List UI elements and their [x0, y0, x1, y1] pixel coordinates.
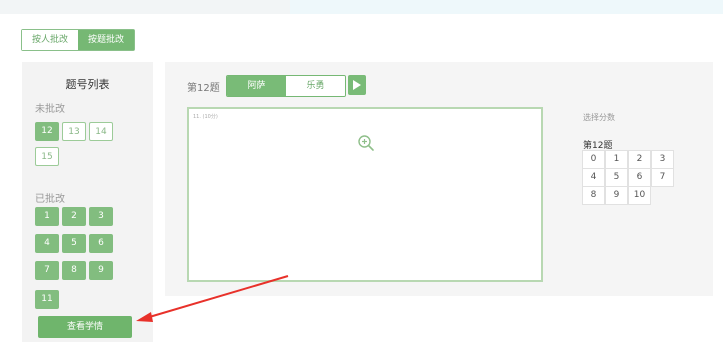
question-button-11[interactable]: 11: [35, 290, 59, 309]
score-option-7[interactable]: 7: [651, 168, 674, 187]
zoom-in-icon[interactable]: [357, 134, 375, 152]
question-button-3[interactable]: 3: [89, 207, 113, 226]
mode-tab-by-student[interactable]: 按人批改: [22, 30, 79, 50]
grading-panel: 第12题 阿萨 乐勇 11. (10分) 选择分数 第12题 0 1 2 3 4…: [165, 62, 713, 296]
grader-tab-1[interactable]: 阿萨: [227, 76, 286, 96]
play-triangle-icon: [353, 80, 361, 90]
grading-mode-switch: 按人批改 按题批改: [21, 29, 136, 51]
score-option-9[interactable]: 9: [605, 186, 628, 205]
score-grid: 0 1 2 3 4 5 6 7 8 9 10: [582, 150, 675, 205]
score-option-8[interactable]: 8: [582, 186, 605, 205]
score-option-2[interactable]: 2: [628, 150, 651, 169]
score-option-4[interactable]: 4: [582, 168, 605, 187]
view-learning-report-button[interactable]: 查看学情: [38, 316, 132, 338]
question-button-4[interactable]: 4: [35, 234, 59, 253]
top-strip-accent: [290, 0, 723, 14]
ungraded-label: 未批改: [35, 104, 65, 115]
score-option-5[interactable]: 5: [605, 168, 628, 187]
next-button[interactable]: [348, 75, 366, 95]
question-button-13[interactable]: 13: [62, 122, 86, 141]
top-strip: [0, 0, 723, 14]
graded-label: 已批改: [35, 194, 65, 205]
question-button-5[interactable]: 5: [62, 234, 86, 253]
question-button-6[interactable]: 6: [89, 234, 113, 253]
grader-tab-2[interactable]: 乐勇: [286, 76, 345, 96]
score-option-1[interactable]: 1: [605, 150, 628, 169]
question-button-7[interactable]: 7: [35, 261, 59, 280]
score-option-0[interactable]: 0: [582, 150, 605, 169]
question-button-1[interactable]: 1: [35, 207, 59, 226]
mode-tab-by-question[interactable]: 按题批改: [78, 30, 135, 50]
question-list-sidebar: 题号列表 未批改 12 13 14 15 已批改 1 2 3 4 5 6 7 8…: [22, 62, 153, 342]
score-option-6[interactable]: 6: [628, 168, 651, 187]
score-panel-title: 选择分数: [583, 113, 615, 122]
question-button-9[interactable]: 9: [89, 261, 113, 280]
score-option-3[interactable]: 3: [651, 150, 674, 169]
question-button-12[interactable]: 12: [35, 122, 59, 141]
question-button-8[interactable]: 8: [62, 261, 86, 280]
score-option-10[interactable]: 10: [628, 186, 651, 205]
question-button-14[interactable]: 14: [89, 122, 113, 141]
sidebar-title: 题号列表: [65, 78, 110, 91]
question-button-15[interactable]: 15: [35, 147, 59, 166]
grader-switch: 阿萨 乐勇: [226, 75, 346, 97]
current-question-label: 第12题: [187, 83, 220, 94]
question-button-2[interactable]: 2: [62, 207, 86, 226]
answer-image-area[interactable]: 11. (10分): [187, 107, 543, 282]
answer-snippet: 11. (10分): [193, 114, 218, 120]
